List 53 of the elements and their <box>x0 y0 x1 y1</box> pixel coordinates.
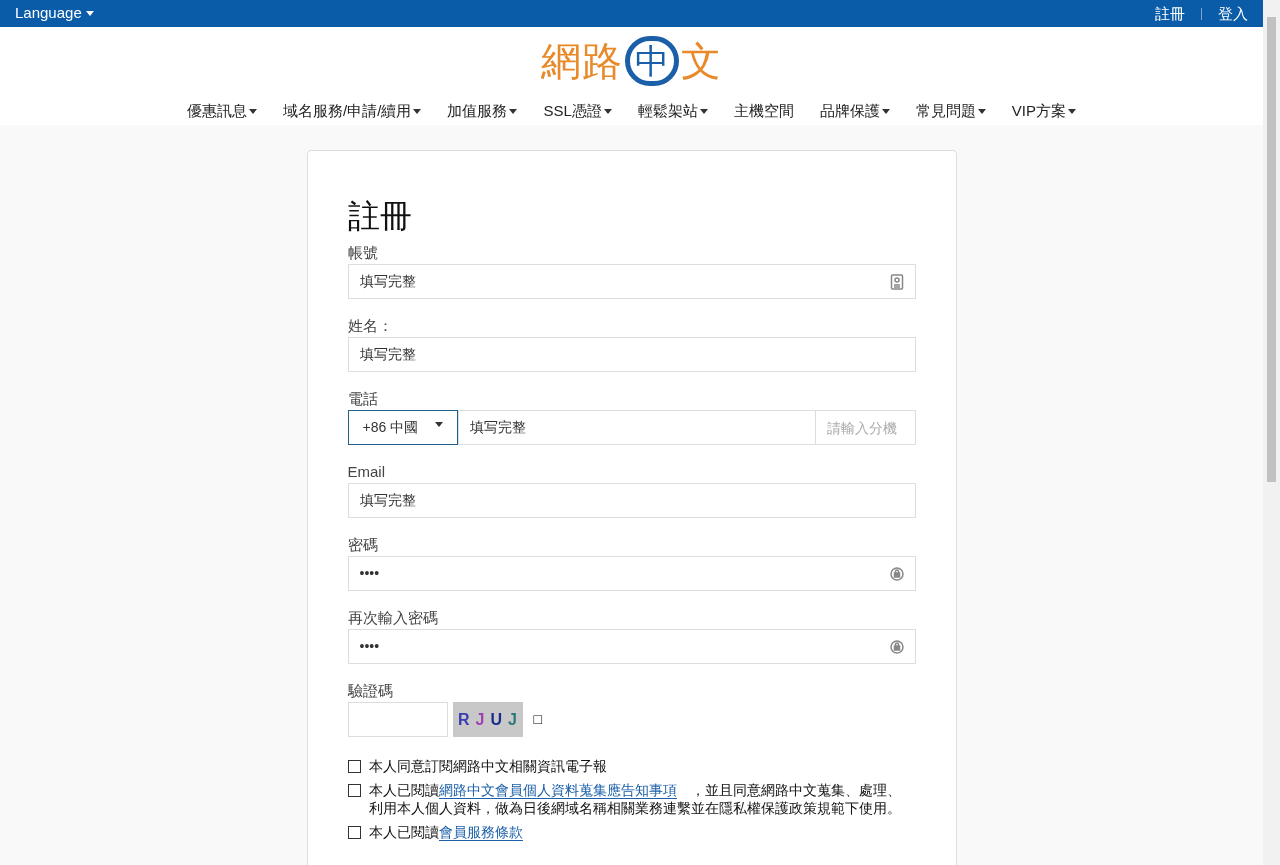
nav-link[interactable]: 優惠訊息 <box>187 99 258 123</box>
lock-icon <box>889 638 904 655</box>
caret-icon <box>85 11 94 16</box>
language-menu[interactable]: Language <box>15 2 94 25</box>
form-title: 註冊 <box>347 196 413 236</box>
caret-icon <box>1067 108 1076 114</box>
agreement-text: 本人同意訂閱網路中文相關資訊電子報 <box>368 757 608 775</box>
agreement-link[interactable]: 會員服務條款 <box>438 824 523 841</box>
checkbox[interactable] <box>347 760 361 773</box>
caret-icon <box>603 108 612 114</box>
caret-icon <box>434 422 443 427</box>
input-field[interactable]: •••• <box>347 629 916 664</box>
nav-link[interactable]: 主機空間 <box>733 99 794 123</box>
field-label: 驗證碼 <box>347 682 394 700</box>
phone-input[interactable]: 填写完整 <box>457 410 816 445</box>
captcha-input[interactable] <box>347 702 448 737</box>
lock-icon <box>889 565 904 582</box>
nav-link[interactable]: 域名服務/申請/續用 <box>283 99 422 123</box>
input-field[interactable]: 填写完整 <box>347 483 916 518</box>
nav-link[interactable]: SSL憑證 <box>543 99 612 123</box>
refresh-button[interactable]: □ <box>533 709 542 730</box>
country-select[interactable]: +86 中國 <box>347 410 458 445</box>
agreement-text: 本人已閱讀網路中文會員個人資料蒐集應告知事項 ，並且同意網路中文蒐集、處理、利用本人個人資料，做為日後網域名稱相關業務連繫並在隱私權保護政策規範下使用。 <box>368 781 902 817</box>
agreement-link[interactable]: 網路中文會員個人資料蒐集應告知事項 <box>438 782 677 799</box>
field-label: 姓名： <box>347 317 394 335</box>
input-field[interactable]: •••• <box>347 556 916 591</box>
top-link[interactable]: 登入 <box>1218 6 1248 21</box>
input-field[interactable]: 填写完整 <box>347 264 916 299</box>
caret-icon <box>881 108 890 114</box>
caret-icon <box>977 108 986 114</box>
caret-icon <box>509 108 518 114</box>
extension-input[interactable]: 請輸入分機 <box>815 410 916 445</box>
field-label: 再次輸入密碼 <box>347 609 439 627</box>
nav-link[interactable]: 品牌保護 <box>819 99 890 123</box>
logo[interactable]: 網路 中 文 <box>541 35 722 87</box>
id-card-icon <box>889 273 904 290</box>
nav-link[interactable]: 輕鬆架站 <box>637 99 708 123</box>
checkbox[interactable] <box>347 826 361 839</box>
field-label: 帳號 <box>347 244 379 262</box>
caret-icon <box>699 108 708 114</box>
caret-icon <box>413 108 422 114</box>
field-label: Email <box>347 463 386 481</box>
field-label: 電話 <box>347 390 379 408</box>
top-link[interactable]: 註冊 <box>1155 6 1185 21</box>
nav-link[interactable]: 加值服務 <box>447 99 518 123</box>
captcha-image: R J U J <box>452 702 523 737</box>
nav-link[interactable]: VIP方案 <box>1011 99 1076 123</box>
checkbox[interactable] <box>347 784 361 797</box>
input-field[interactable]: 填写完整 <box>347 337 916 372</box>
nav-link[interactable]: 常見問題 <box>915 99 986 123</box>
agreement-text: 本人已閱讀會員服務條款 <box>368 823 524 841</box>
caret-icon <box>249 108 258 114</box>
field-label: 密碼 <box>347 536 379 554</box>
